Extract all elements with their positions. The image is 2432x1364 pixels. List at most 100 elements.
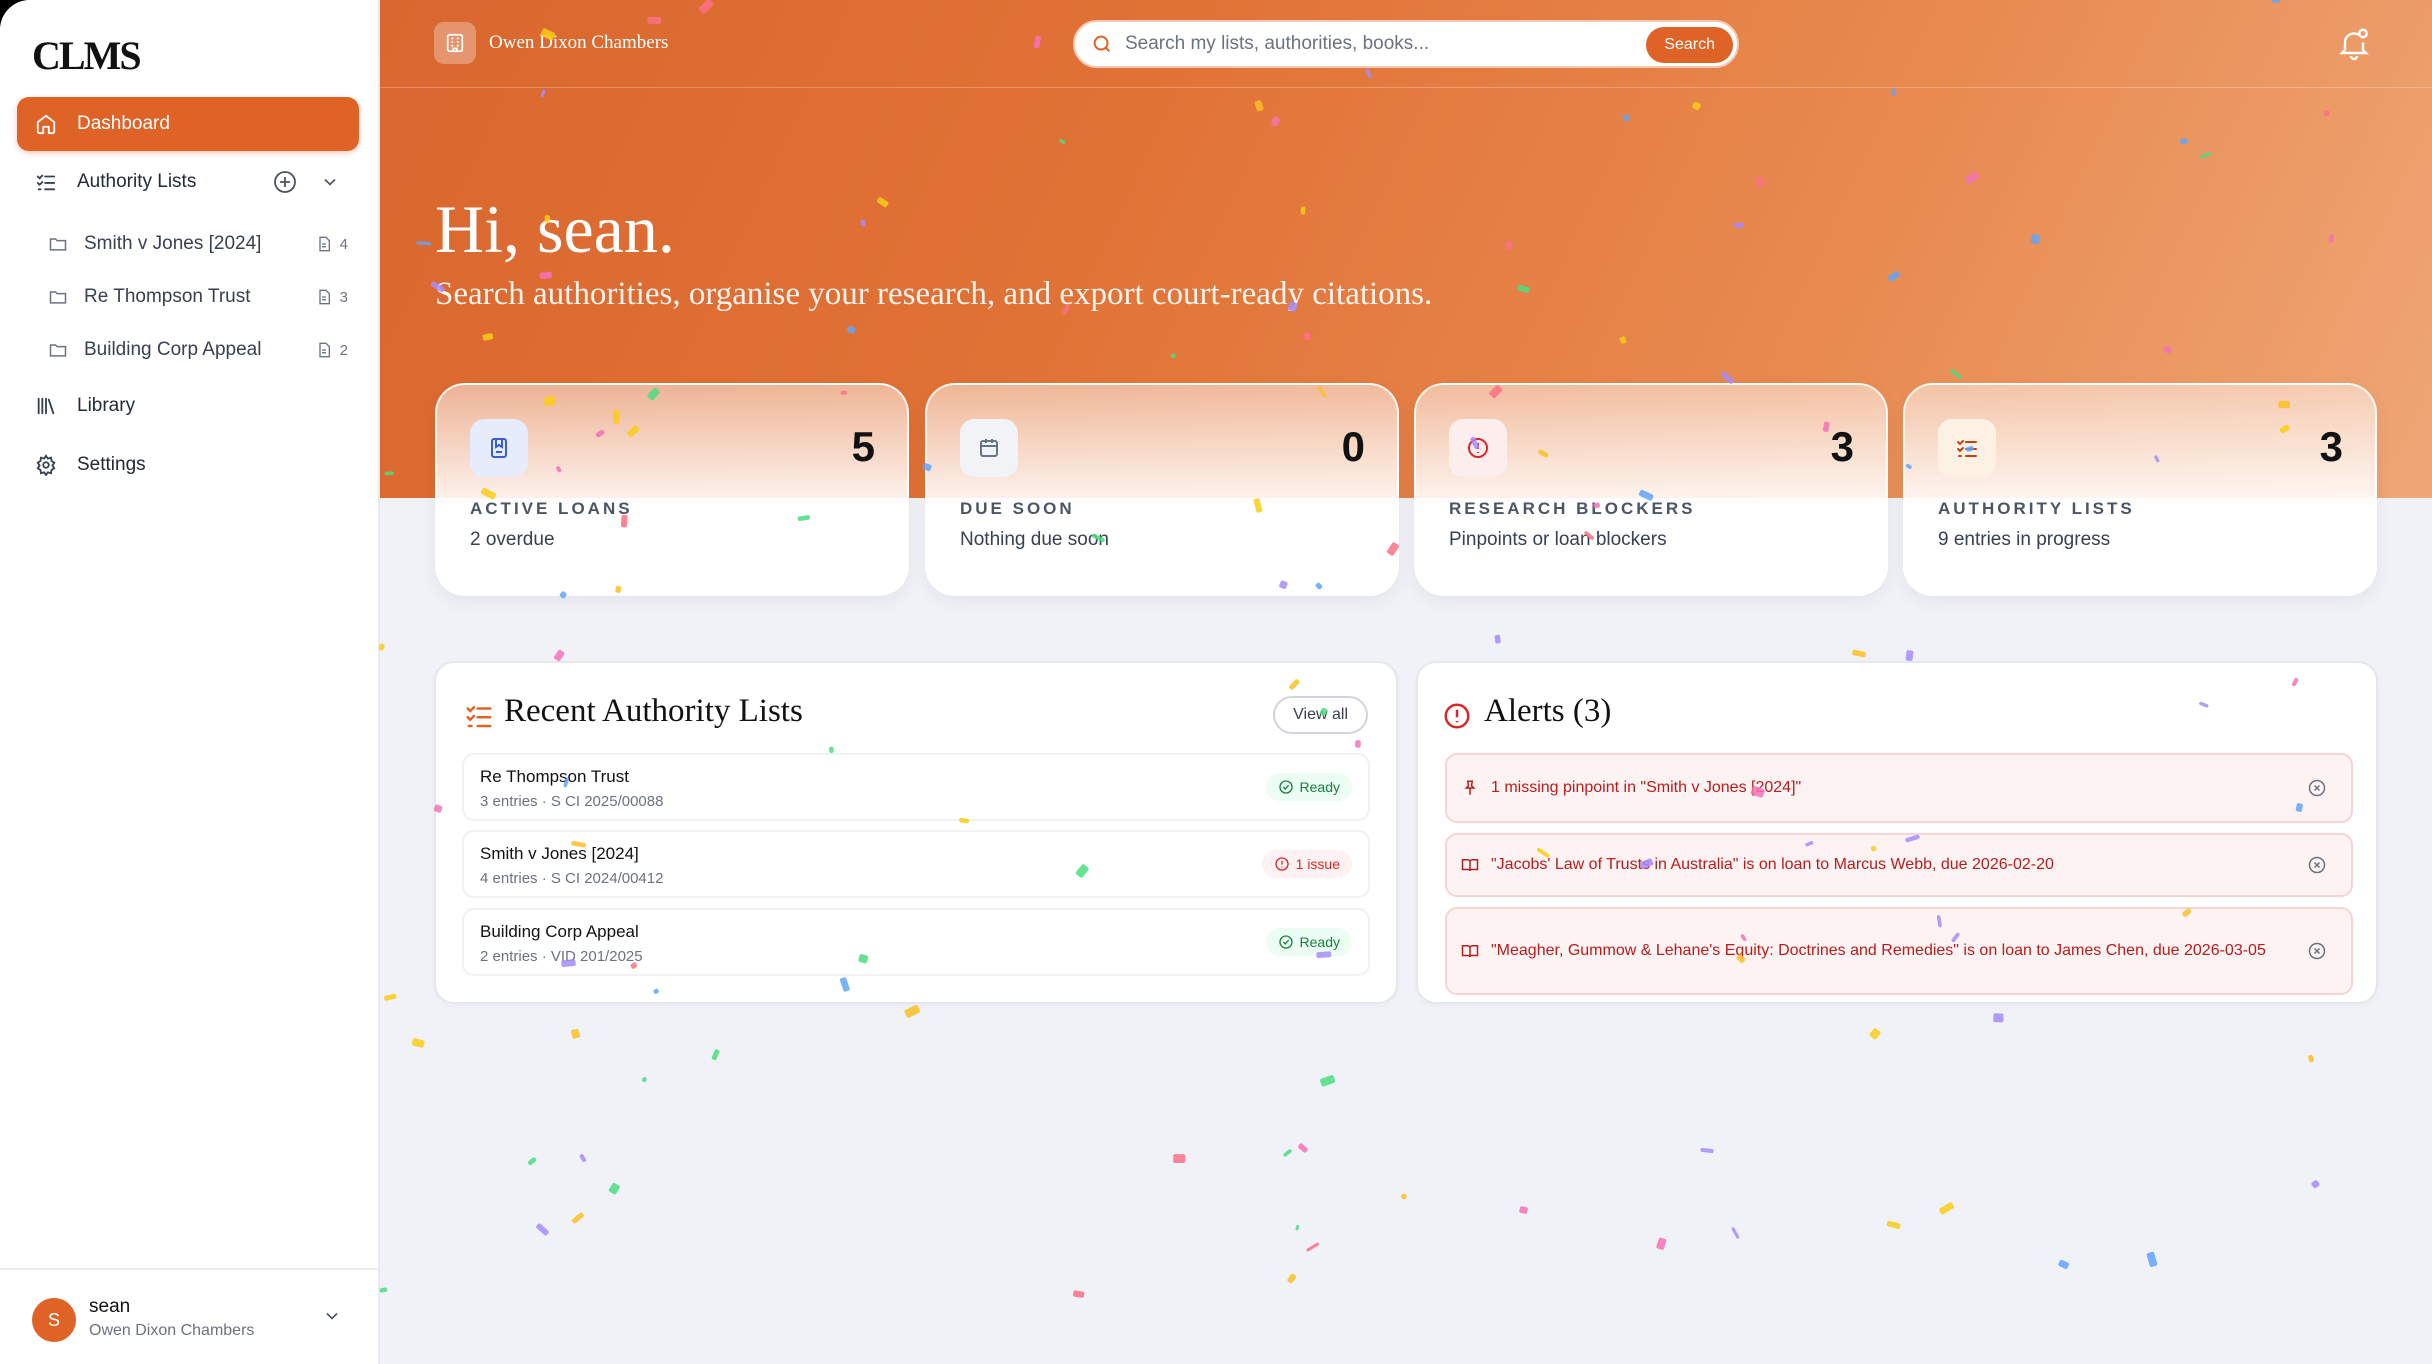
user-menu[interactable]: S sean Owen Dixon Chambers xyxy=(0,1268,378,1364)
list-count-value: 3 xyxy=(339,288,348,306)
stat-card-research-blockers[interactable]: 3 RESEARCH BLOCKERS Pinpoints or loan bl… xyxy=(1414,383,1888,596)
confetti-piece xyxy=(411,1038,425,1048)
confetti-piece xyxy=(1173,1154,1186,1164)
list-item-title: Re Thompson Trust xyxy=(480,767,629,786)
dismiss-icon[interactable] xyxy=(2307,855,2327,875)
folder-icon xyxy=(48,287,70,307)
user-org: Owen Dixon Chambers xyxy=(89,1322,255,1339)
top-bar: Owen Dixon Chambers Search xyxy=(380,0,2432,88)
alert-text: "Meagher, Gummow & Lehane's Equity: Doct… xyxy=(1491,942,2266,959)
confetti-piece xyxy=(379,1287,388,1293)
status-badge: Ready xyxy=(1265,928,1352,956)
alerts-panel: Alerts (3) 1 missing pinpoint in "Smith … xyxy=(1416,661,2378,1004)
alert-item[interactable]: 1 missing pinpoint in "Smith v Jones [20… xyxy=(1445,753,2353,823)
document-icon xyxy=(318,289,330,305)
search-icon xyxy=(1091,33,1113,55)
dismiss-icon[interactable] xyxy=(2307,941,2327,961)
sidebar-list-item[interactable]: Building Corp Appeal 2 xyxy=(48,330,348,370)
stat-label: DUE SOON xyxy=(960,499,1075,518)
sidebar-list-item[interactable]: Re Thompson Trust 3 xyxy=(48,277,348,317)
confetti-piece xyxy=(1306,1242,1319,1252)
add-list-icon[interactable] xyxy=(273,170,297,194)
list-item-meta: 2 entries · VID 201/2025 xyxy=(480,948,643,965)
pin-icon xyxy=(1461,779,1479,797)
stat-card-authority-lists[interactable]: 3 AUTHORITY LISTS 9 entries in progress xyxy=(1903,383,2377,596)
building-icon xyxy=(434,22,476,64)
status-label: Ready xyxy=(1299,779,1340,795)
chevron-down-icon[interactable] xyxy=(322,1306,342,1331)
bell-icon[interactable] xyxy=(2336,26,2372,67)
confetti-piece xyxy=(554,649,565,662)
confetti-piece xyxy=(711,1049,720,1061)
confetti-piece xyxy=(571,1212,584,1224)
confetti-piece xyxy=(1869,1028,1881,1040)
sidebar: CLMS Dashboard Authority Lists Smith v J… xyxy=(0,0,380,1364)
sidebar-item-settings[interactable]: Settings xyxy=(17,438,359,492)
check-circle-icon xyxy=(1278,780,1293,794)
confetti-piece xyxy=(527,1157,537,1166)
home-icon xyxy=(33,111,59,137)
confetti-piece xyxy=(1494,634,1501,644)
list-item[interactable]: Building Corp Appeal 2 entries · VID 201… xyxy=(462,908,1370,976)
confetti-piece xyxy=(1401,1193,1407,1200)
sidebar-item-library[interactable]: Library xyxy=(17,379,359,433)
dismiss-icon[interactable] xyxy=(2307,778,2327,798)
sidebar-list-item[interactable]: Smith v Jones [2024] 4 xyxy=(48,224,348,264)
list-item-meta: 4 entries · S CI 2024/00412 xyxy=(480,870,664,887)
avatar: S xyxy=(32,1298,76,1342)
list-check-icon xyxy=(1938,419,1996,477)
alert-item[interactable]: "Jacobs' Law of Trusts in Australia" is … xyxy=(1445,833,2353,897)
stat-subtext: Pinpoints or loan blockers xyxy=(1449,529,1667,550)
list-item-title: Building Corp Appeal xyxy=(480,922,639,941)
confetti-piece xyxy=(570,1028,581,1039)
confetti-piece xyxy=(1519,1206,1528,1214)
list-check-icon xyxy=(33,169,59,195)
view-all-button[interactable]: View all xyxy=(1273,696,1368,734)
confetti-piece xyxy=(2308,1054,2314,1063)
sidebar-item-label: Authority Lists xyxy=(77,171,197,192)
list-item[interactable]: Re Thompson Trust 3 entries · S CI 2025/… xyxy=(462,753,1370,821)
confetti-piece xyxy=(1298,1143,1308,1153)
list-count-value: 2 xyxy=(339,341,348,359)
stat-value: 0 xyxy=(1341,423,1365,470)
confetti-piece xyxy=(1287,1273,1297,1284)
recent-authority-lists-panel: Recent Authority Lists View all Re Thomp… xyxy=(434,661,1398,1004)
chevron-down-icon[interactable] xyxy=(320,172,340,192)
search-input[interactable] xyxy=(1125,33,1625,55)
stat-subtext: 2 overdue xyxy=(470,529,555,550)
user-name: sean xyxy=(89,1296,131,1317)
confetti-piece xyxy=(1320,1075,1336,1087)
confetti-piece xyxy=(536,1223,549,1236)
list-item-meta: 3 entries · S CI 2025/00088 xyxy=(480,793,664,810)
book-icon xyxy=(1461,856,1479,874)
status-label: 1 issue xyxy=(1295,856,1340,872)
stat-card-active-loans[interactable]: 5 ACTIVE LOANS 2 overdue xyxy=(435,383,909,596)
check-circle-icon xyxy=(1278,935,1293,949)
app-window: CLMS Dashboard Authority Lists Smith v J… xyxy=(0,0,2432,1364)
organisation-name: Owen Dixon Chambers xyxy=(489,32,669,53)
stat-value: 3 xyxy=(1830,423,1854,470)
list-count: 2 xyxy=(316,342,348,359)
list-item[interactable]: Smith v Jones [2024] 4 entries · S CI 20… xyxy=(462,830,1370,898)
search-button[interactable]: Search xyxy=(1646,27,1733,63)
library-icon xyxy=(33,393,59,419)
stat-subtext: Nothing due soon xyxy=(960,529,1109,550)
confetti-piece xyxy=(1072,1290,1085,1298)
app-logo[interactable]: CLMS xyxy=(32,32,142,79)
sidebar-item-label: Dashboard xyxy=(77,113,170,134)
confetti-piece xyxy=(608,1182,620,1195)
stat-label: ACTIVE LOANS xyxy=(470,499,633,518)
list-count: 3 xyxy=(316,289,348,306)
sidebar-item-authority-lists[interactable]: Authority Lists xyxy=(17,155,359,209)
list-item-title: Smith v Jones [2024] xyxy=(480,844,639,863)
confetti-piece xyxy=(2311,1180,2320,1189)
confetti-piece xyxy=(1886,1220,1901,1229)
document-icon xyxy=(318,342,330,358)
list-check-icon xyxy=(464,701,494,731)
confetti-piece xyxy=(1656,1237,1667,1250)
stat-card-due-soon[interactable]: 0 DUE SOON Nothing due soon xyxy=(925,383,1399,596)
gear-icon xyxy=(33,452,59,478)
sidebar-item-dashboard[interactable]: Dashboard xyxy=(17,97,359,151)
list-count-value: 4 xyxy=(339,235,348,253)
alert-item[interactable]: "Meagher, Gummow & Lehane's Equity: Doct… xyxy=(1445,907,2353,995)
